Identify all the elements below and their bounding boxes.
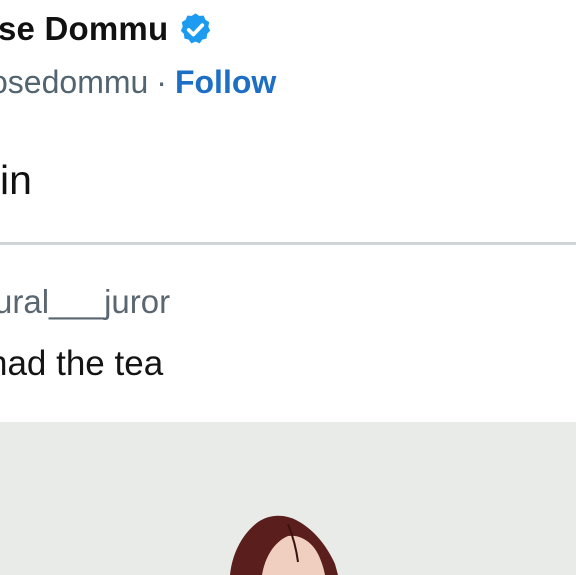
author-name[interactable]: se Dommu [0,10,168,48]
cartoon-illustration [0,422,576,575]
quoted-handle[interactable]: ural___juror [0,283,170,321]
handle-row: osedommu · Follow [0,64,276,101]
author-handle[interactable]: osedommu [0,64,148,100]
divider [0,242,576,245]
follow-button[interactable]: Follow [175,64,276,100]
tweet-embed: se Dommu osedommu · Follow in ural___juror… [0,0,576,575]
author-row: se Dommu [0,10,214,48]
verified-badge-icon [177,11,214,48]
media-image[interactable] [0,422,576,575]
separator-dot: · [156,64,167,100]
tweet-text: in [0,157,32,203]
quoted-text: had the tea [0,344,164,383]
